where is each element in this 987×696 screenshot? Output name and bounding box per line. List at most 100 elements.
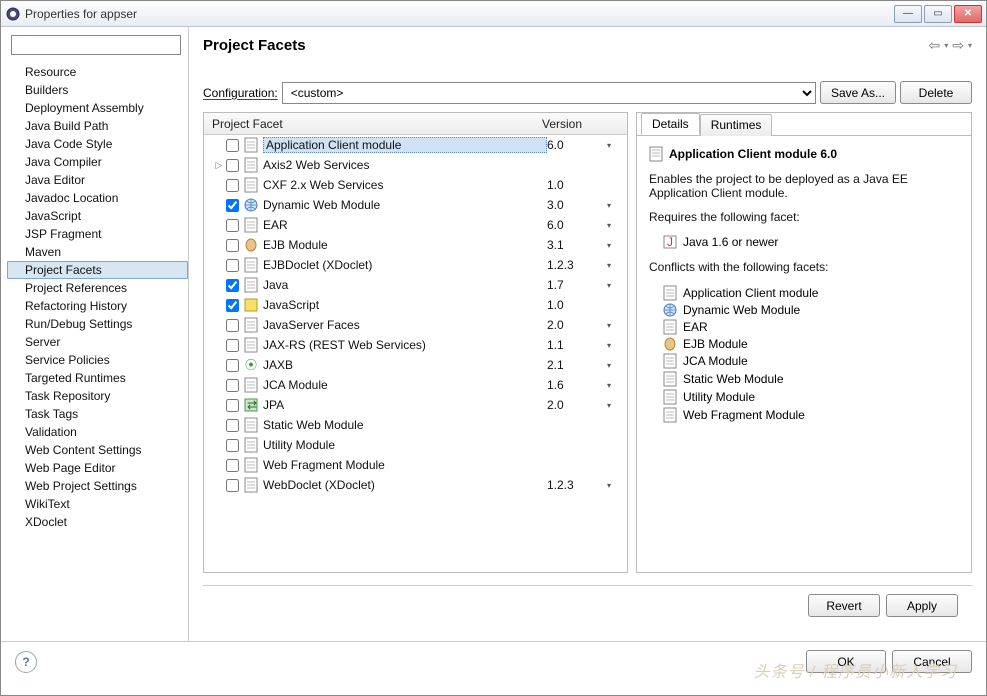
sidebar-item-java-editor[interactable]: Java Editor xyxy=(7,171,188,189)
help-button[interactable]: ? xyxy=(15,651,37,673)
facet-checkbox[interactable] xyxy=(226,359,239,372)
sidebar-item-run-debug-settings[interactable]: Run/Debug Settings xyxy=(7,315,188,333)
sidebar-item-validation[interactable]: Validation xyxy=(7,423,188,441)
facet-row[interactable]: JavaServer Faces2.0▾ xyxy=(204,315,627,335)
facet-row[interactable]: EJB Module3.1▾ xyxy=(204,235,627,255)
sidebar-item-targeted-runtimes[interactable]: Targeted Runtimes xyxy=(7,369,188,387)
sidebar-item-project-references[interactable]: Project References xyxy=(7,279,188,297)
minimize-button[interactable]: — xyxy=(894,5,922,23)
facet-row[interactable]: JCA Module1.6▾ xyxy=(204,375,627,395)
sidebar-item-javadoc-location[interactable]: Javadoc Location xyxy=(7,189,188,207)
sidebar-item-javascript[interactable]: JavaScript xyxy=(7,207,188,225)
sidebar-item-task-tags[interactable]: Task Tags xyxy=(7,405,188,423)
sidebar-item-resource[interactable]: Resource xyxy=(7,63,188,81)
ok-button[interactable]: OK xyxy=(806,650,886,673)
version-dropdown-icon[interactable]: ▾ xyxy=(607,361,627,370)
version-dropdown-icon[interactable]: ▾ xyxy=(607,381,627,390)
version-dropdown-icon[interactable]: ▾ xyxy=(607,281,627,290)
version-dropdown-icon[interactable]: ▾ xyxy=(607,401,627,410)
version-dropdown-icon[interactable]: ▾ xyxy=(607,321,627,330)
facet-row[interactable]: Java1.7▾ xyxy=(204,275,627,295)
nav-forward-icon[interactable]: ⇨ xyxy=(952,37,964,54)
sidebar-item-web-content-settings[interactable]: Web Content Settings xyxy=(7,441,188,459)
version-dropdown-icon[interactable]: ▾ xyxy=(607,141,627,150)
facet-row[interactable]: JavaScript1.0 xyxy=(204,295,627,315)
facet-checkbox[interactable] xyxy=(226,319,239,332)
version-dropdown-icon[interactable]: ▾ xyxy=(607,241,627,250)
app-icon xyxy=(5,6,21,22)
sidebar-item-deployment-assembly[interactable]: Deployment Assembly xyxy=(7,99,188,117)
facet-row[interactable]: ⦿JAXB2.1▾ xyxy=(204,355,627,375)
sidebar-item-wikitext[interactable]: WikiText xyxy=(7,495,188,513)
configuration-select[interactable]: <custom> xyxy=(282,82,816,104)
facet-checkbox[interactable] xyxy=(226,439,239,452)
facet-name: Utility Module xyxy=(263,438,547,452)
svg-text:⇄: ⇄ xyxy=(247,398,257,412)
facet-checkbox[interactable] xyxy=(226,399,239,412)
facet-row[interactable]: JAX-RS (REST Web Services)1.1▾ xyxy=(204,335,627,355)
facet-row[interactable]: ▷Axis2 Web Services xyxy=(204,155,627,175)
facet-row[interactable]: Utility Module xyxy=(204,435,627,455)
maximize-button[interactable]: ▭ xyxy=(924,5,952,23)
facet-row[interactable]: Dynamic Web Module3.0▾ xyxy=(204,195,627,215)
doc-icon xyxy=(243,177,259,193)
facet-checkbox[interactable] xyxy=(226,239,239,252)
version-dropdown-icon[interactable]: ▾ xyxy=(607,261,627,270)
version-dropdown-icon[interactable]: ▾ xyxy=(607,341,627,350)
facet-checkbox[interactable] xyxy=(226,459,239,472)
facet-row[interactable]: CXF 2.x Web Services1.0 xyxy=(204,175,627,195)
revert-button[interactable]: Revert xyxy=(808,594,880,617)
expander-icon[interactable]: ▷ xyxy=(212,160,226,171)
nav-back-icon[interactable]: ⇦ xyxy=(929,37,941,54)
sidebar-item-java-build-path[interactable]: Java Build Path xyxy=(7,117,188,135)
column-header-version[interactable]: Version xyxy=(542,117,627,131)
apply-button[interactable]: Apply xyxy=(886,594,958,617)
version-dropdown-icon[interactable]: ▾ xyxy=(607,221,627,230)
sidebar-item-project-facets[interactable]: Project Facets xyxy=(7,261,188,279)
sidebar-item-java-code-style[interactable]: Java Code Style xyxy=(7,135,188,153)
facet-row[interactable]: Application Client module6.0▾ xyxy=(204,135,627,155)
facet-checkbox[interactable] xyxy=(226,339,239,352)
sidebar-item-jsp-fragment[interactable]: JSP Fragment xyxy=(7,225,188,243)
sidebar-item-maven[interactable]: Maven xyxy=(7,243,188,261)
facet-checkbox[interactable] xyxy=(226,259,239,272)
facet-checkbox[interactable] xyxy=(226,379,239,392)
cancel-button[interactable]: Cancel xyxy=(892,650,972,673)
sidebar-item-refactoring-history[interactable]: Refactoring History xyxy=(7,297,188,315)
tab-runtimes[interactable]: Runtimes xyxy=(700,114,773,136)
sidebar-item-web-project-settings[interactable]: Web Project Settings xyxy=(7,477,188,495)
facet-row[interactable]: Web Fragment Module xyxy=(204,455,627,475)
facet-row[interactable]: EAR6.0▾ xyxy=(204,215,627,235)
version-dropdown-icon[interactable]: ▾ xyxy=(607,201,627,210)
version-dropdown-icon[interactable]: ▾ xyxy=(607,481,627,490)
facet-checkbox[interactable] xyxy=(226,299,239,312)
facet-checkbox[interactable] xyxy=(226,199,239,212)
facet-name: JPA xyxy=(263,398,547,412)
facet-checkbox[interactable] xyxy=(226,139,239,152)
sidebar-item-java-compiler[interactable]: Java Compiler xyxy=(7,153,188,171)
facet-row[interactable]: Static Web Module xyxy=(204,415,627,435)
facet-checkbox[interactable] xyxy=(226,279,239,292)
save-as-button[interactable]: Save As... xyxy=(820,81,896,104)
tab-details[interactable]: Details xyxy=(641,113,700,135)
filter-input[interactable] xyxy=(11,35,181,55)
sidebar-item-builders[interactable]: Builders xyxy=(7,81,188,99)
sidebar-item-xdoclet[interactable]: XDoclet xyxy=(7,513,188,531)
facet-checkbox[interactable] xyxy=(226,179,239,192)
facet-row[interactable]: EJBDoclet (XDoclet)1.2.3▾ xyxy=(204,255,627,275)
sidebar-item-service-policies[interactable]: Service Policies xyxy=(7,351,188,369)
delete-button[interactable]: Delete xyxy=(900,81,972,104)
sidebar-item-task-repository[interactable]: Task Repository xyxy=(7,387,188,405)
sidebar-item-web-page-editor[interactable]: Web Page Editor xyxy=(7,459,188,477)
facet-checkbox[interactable] xyxy=(226,419,239,432)
facet-version: 3.1 xyxy=(547,238,607,252)
facet-checkbox[interactable] xyxy=(226,479,239,492)
column-header-facet[interactable]: Project Facet xyxy=(204,117,542,131)
facet-row[interactable]: ⇄JPA2.0▾ xyxy=(204,395,627,415)
sidebar-item-server[interactable]: Server xyxy=(7,333,188,351)
close-button[interactable]: ✕ xyxy=(954,5,982,23)
facet-checkbox[interactable] xyxy=(226,219,239,232)
facet-row[interactable]: WebDoclet (XDoclet)1.2.3▾ xyxy=(204,475,627,495)
requires-label: Requires the following facet: xyxy=(649,210,959,224)
facet-checkbox[interactable] xyxy=(226,159,239,172)
